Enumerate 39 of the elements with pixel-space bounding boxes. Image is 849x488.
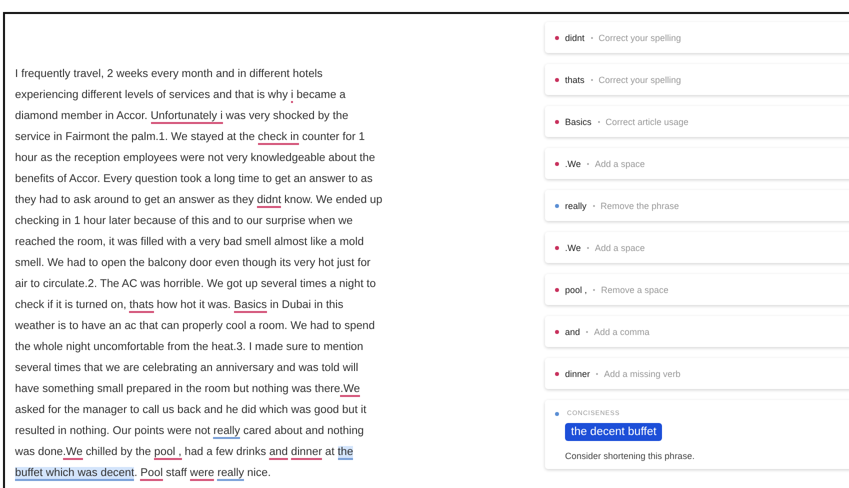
flagged-word: thats — [565, 74, 585, 84]
separator-dot-icon — [590, 78, 593, 80]
separator-dot-icon — [592, 204, 595, 206]
suggestion-card[interactable]: .We Add a space — [545, 148, 849, 179]
suggestion-advice: Add a space — [594, 158, 645, 168]
suggestion-card[interactable]: dinner Add a missing verb — [545, 358, 849, 389]
suggestion-card[interactable]: and Add a comma — [545, 316, 849, 347]
separator-dot-icon — [593, 288, 596, 290]
separator-dot-icon — [596, 372, 598, 374]
suggestion-advice: Add a comma — [594, 326, 650, 336]
essay-paragraph: I frequently travel, 2 weeks every month and in different hotels experiencing different levels of services and that is why i became a diamond member in Accor. Unfortunately i was very shocked by the service in Fairmont the palm.1. We stayed at the check in counter for 1 hour as the reception employees were not very knowledgeable about the benefits of Accor. Every question took a long time to get an answer to as they had to ask around to get an answer as they didnt know. We ended up checking in 1 hour later because of this and to our surprise when we reached the room, it was filled with a very bad smell almost like a mold smell. We had to open the balcony door even though its very hot just for air to circulate.2. The AC was horrible. We got up several times a night to check if it is turned on, thats how hot it was. Basics in Dubai in this weather is to have an ac that can properly cool a room. We had to spend the whole night uncomfortable from the heat.3. I made sure to mention several times that we are celebrating an anniversary and was told will have something small prepared in the room but nothing was there.We asked for the manager to call us back and he did which was good but it resulted in nothing. Our points were not really cared about and nothing was done.We chilled by the pool , had a few drinks and dinner at the buffet which was decent. Pool staff were really nice. — [15, 67, 383, 483]
flagged-word: pool , — [565, 284, 588, 294]
separator-dot-icon — [590, 36, 593, 38]
suggestion-explanation: Consider shortening this phrase. — [565, 451, 695, 461]
replacement-button[interactable]: the decent buffet — [565, 423, 662, 441]
suggestion-card[interactable]: Basics Correct article usage — [545, 106, 849, 137]
flagged-word: didnt — [565, 32, 585, 42]
suggestion-advice: Add a space — [594, 242, 645, 252]
flagged-word: .We — [565, 158, 581, 168]
suggestion-advice: Add a missing verb — [604, 368, 681, 378]
suggestion-card[interactable]: pool , Remove a space — [545, 274, 849, 305]
suggestion-advice: Remove a space — [601, 284, 669, 294]
suggestion-advice: Correct article usage — [606, 116, 689, 126]
suggestion-card[interactable]: .We Add a space — [545, 232, 849, 263]
suggestion-card[interactable]: really Remove the phrase — [545, 190, 849, 221]
separator-dot-icon — [598, 120, 600, 122]
flagged-word: really — [565, 200, 587, 210]
suggestion-advice: Remove the phrase — [600, 200, 680, 210]
separator-dot-icon — [586, 162, 589, 164]
separator-dot-icon — [586, 246, 589, 248]
flagged-word: Basics — [565, 116, 592, 126]
flagged-word: .We — [565, 242, 581, 252]
separator-dot-icon — [586, 330, 588, 332]
flagged-word: and — [565, 326, 580, 336]
suggestion-advice: Correct your spelling — [598, 32, 682, 42]
flagged-word: dinner — [565, 368, 590, 378]
suggestion-card[interactable]: didnt Correct your spelling — [545, 22, 849, 53]
suggestion-card[interactable]: thats Correct your spelling — [545, 64, 849, 95]
suggestion-advice: Correct your spelling — [598, 74, 682, 84]
